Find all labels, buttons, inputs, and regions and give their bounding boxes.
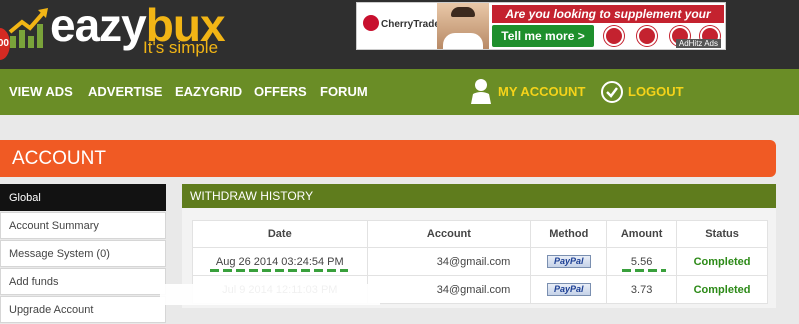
cropped-overlay <box>160 284 380 305</box>
sidebar-item-upgrade-account[interactable]: Upgrade Account <box>0 296 166 323</box>
nav-my-account[interactable]: MY ACCOUNT <box>498 69 585 115</box>
cherry-icon <box>363 15 379 31</box>
table-header-row: Date Account Method Amount Status <box>192 220 768 248</box>
sidebar-item-account-summary[interactable]: Account Summary <box>0 212 166 239</box>
logo-main: eazy <box>50 0 147 51</box>
ad-headline: Are you looking to supplement your Incom… <box>492 5 724 39</box>
nav-logout[interactable]: LOGOUT <box>628 69 684 115</box>
col-method: Method <box>530 220 608 248</box>
ad-brand: CherryTrade <box>359 13 440 43</box>
check-circle-icon <box>601 81 623 103</box>
sidebar-item-add-funds[interactable]: Add funds <box>0 268 166 295</box>
ad-globe-icon <box>604 26 624 46</box>
paypal-logo-icon: PayPal <box>546 283 591 296</box>
highlight-underline-amount <box>622 269 666 272</box>
ad-people-icon <box>637 26 657 46</box>
main-nav: VIEW ADS ADVERTISE EAZYGRID OFFERS FORUM… <box>0 69 799 115</box>
cell-method: PayPal <box>530 247 608 276</box>
nav-advertise[interactable]: ADVERTISE <box>88 69 162 115</box>
cell-account: 34@gmail.com <box>366 275 532 304</box>
cell-amount: 3.73 <box>606 275 678 304</box>
account-title-bar: ACCOUNT <box>0 140 776 177</box>
nav-view-ads[interactable]: VIEW ADS <box>9 69 73 115</box>
paypal-logo-icon: PayPal <box>546 255 591 268</box>
section-title: WITHDRAW HISTORY <box>190 189 314 203</box>
cell-method: PayPal <box>530 275 608 304</box>
nav-eazygrid[interactable]: EAZYGRID <box>175 69 242 115</box>
user-icon <box>471 79 491 104</box>
col-date: Date <box>192 220 368 248</box>
tagline: It's simple <box>143 38 219 57</box>
sidebar-item-global[interactable]: Global <box>0 184 166 211</box>
ad-attribution: AdHitz Ads <box>675 39 721 48</box>
ad-cta-button[interactable]: Tell me more > <box>492 25 594 47</box>
col-account: Account <box>366 220 532 248</box>
cell-account: 34@gmail.com <box>366 247 532 276</box>
col-status: Status <box>676 220 768 248</box>
logo-arrow-icon <box>8 8 48 48</box>
ad-brand-name: CherryTrade <box>381 19 440 30</box>
cell-status: Completed <box>676 247 768 276</box>
cell-status: Completed <box>676 275 768 304</box>
sidebar-item-message-system[interactable]: Message System (0) <box>0 240 166 267</box>
highlight-underline-date <box>210 269 348 272</box>
site-header: 00 eazybux It's simple CherryTrade Are y… <box>0 0 799 69</box>
col-amount: Amount <box>606 220 678 248</box>
page-title: ACCOUNT <box>12 148 106 169</box>
ad-photo <box>437 3 489 49</box>
withdraw-history-header: WITHDRAW HISTORY <box>182 184 776 208</box>
nav-offers[interactable]: OFFERS <box>254 69 307 115</box>
banner-ad[interactable]: CherryTrade Are you looking to supplemen… <box>356 2 726 50</box>
nav-forum[interactable]: FORUM <box>320 69 368 115</box>
account-sidebar: Global Account Summary Message System (0… <box>0 184 166 324</box>
